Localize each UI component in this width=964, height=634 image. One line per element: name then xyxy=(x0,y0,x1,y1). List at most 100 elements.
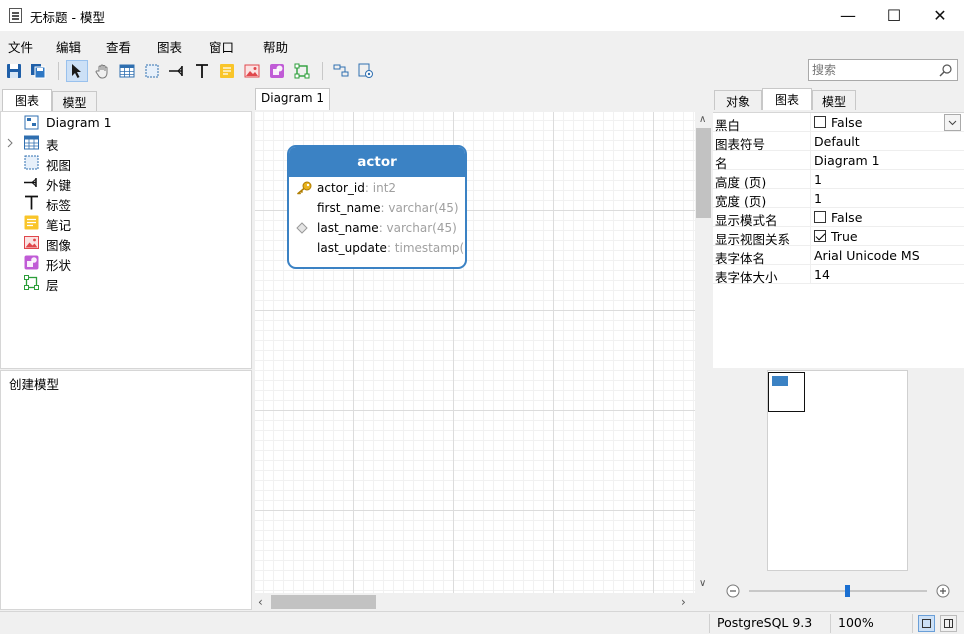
app-icon xyxy=(9,8,22,23)
pointer-icon[interactable] xyxy=(66,60,88,82)
foreign-key-icon xyxy=(24,178,37,187)
property-name: 表字体大小 xyxy=(715,270,778,285)
scroll-right-icon[interactable]: › xyxy=(681,595,686,609)
layout-split-icon[interactable] xyxy=(940,615,957,632)
menu-file[interactable]: 文件 xyxy=(8,37,33,56)
property-value[interactable]: 1 xyxy=(814,191,822,206)
property-row[interactable]: 显示模式名 False xyxy=(713,208,964,228)
viewport-frame[interactable] xyxy=(768,372,805,412)
hand-icon[interactable] xyxy=(92,60,114,82)
save-icon[interactable] xyxy=(3,60,25,82)
tab-diagram-props[interactable]: 图表 xyxy=(762,88,812,110)
field-row[interactable]: first_name: varchar(45) xyxy=(289,198,465,218)
tree-item-notes[interactable]: 笔记 xyxy=(1,213,251,233)
tree-item-label: 笔记 xyxy=(46,218,72,233)
tree-item-foreign-keys[interactable]: 外键 xyxy=(1,173,251,193)
entity-title: actor xyxy=(289,147,465,177)
save-all-icon[interactable] xyxy=(27,60,49,82)
tab-diagram[interactable]: 图表 xyxy=(2,89,52,111)
view-icon[interactable] xyxy=(141,60,163,82)
close-button[interactable]: ✕ xyxy=(917,0,963,31)
checkbox-checked[interactable] xyxy=(814,230,826,242)
entity-actor[interactable]: actor actor_id: int2 first_name: varchar… xyxy=(287,145,467,269)
field-name: last_update xyxy=(317,241,387,255)
property-value[interactable]: Arial Unicode MS xyxy=(814,248,920,263)
property-row[interactable]: 显示视图关系 True xyxy=(713,227,964,247)
maximize-button[interactable]: ☐ xyxy=(871,0,917,31)
property-row[interactable]: 图表符号 Default xyxy=(713,132,964,152)
field-row[interactable]: last_update: timestamp(6) xyxy=(289,238,465,258)
property-value[interactable]: Default xyxy=(814,134,860,149)
checkbox[interactable] xyxy=(814,211,826,223)
vertical-scrollbar[interactable]: ∧ ∨ xyxy=(695,112,712,593)
layer-icon[interactable] xyxy=(291,60,313,82)
scroll-up-icon[interactable]: ∧ xyxy=(699,114,706,125)
field-type: : varchar(45) xyxy=(378,221,457,235)
auto-layout-icon[interactable] xyxy=(330,60,352,82)
field-row[interactable]: last_name: varchar(45) xyxy=(289,218,465,238)
layer-icon xyxy=(24,275,39,290)
property-value[interactable]: 14 xyxy=(814,267,830,282)
tree-item-shapes[interactable]: 形状 xyxy=(1,253,251,273)
tree-item-views[interactable]: 视图 xyxy=(1,153,251,173)
label-icon[interactable] xyxy=(191,60,213,82)
property-value[interactable]: False xyxy=(814,210,862,225)
search-box[interactable] xyxy=(808,59,958,81)
scroll-left-icon[interactable]: ‹ xyxy=(258,595,263,609)
table-icon[interactable] xyxy=(116,60,138,82)
property-row[interactable]: 名 Diagram 1 xyxy=(713,151,964,171)
note-icon[interactable] xyxy=(216,60,238,82)
search-icon[interactable] xyxy=(939,63,953,77)
checkbox[interactable] xyxy=(814,116,826,128)
menu-view[interactable]: 查看 xyxy=(106,37,131,56)
diagram-object-tree: Diagram 1 表 视图 外键 标签 笔记 图像 形状 层 xyxy=(0,111,252,369)
property-value[interactable]: 1 xyxy=(814,172,822,187)
scroll-thumb[interactable] xyxy=(271,595,376,609)
index-diamond-icon xyxy=(296,222,308,234)
zoom-slider-thumb[interactable] xyxy=(845,585,850,597)
property-row[interactable]: 黑白 False xyxy=(713,113,964,133)
field-row[interactable]: actor_id: int2 xyxy=(289,178,465,198)
tab-model-props[interactable]: 模型 xyxy=(812,90,856,110)
foreign-key-icon[interactable] xyxy=(166,60,188,82)
settings-icon[interactable] xyxy=(355,60,377,82)
shape-icon xyxy=(24,255,39,270)
property-row[interactable]: 高度 (页) 1 xyxy=(713,170,964,190)
property-value[interactable]: Diagram 1 xyxy=(814,153,880,168)
property-value[interactable]: True xyxy=(814,229,858,244)
menu-diagram[interactable]: 图表 xyxy=(157,37,182,56)
zoom-in-icon[interactable] xyxy=(936,584,950,598)
tree-item-label: 层 xyxy=(46,278,59,293)
chevron-right-icon[interactable] xyxy=(6,138,14,148)
chevron-down-icon[interactable] xyxy=(944,114,961,131)
left-panel-tabs: 图表 模型 xyxy=(2,89,252,111)
zoom-out-icon[interactable] xyxy=(726,584,740,598)
layout-single-icon[interactable] xyxy=(918,615,935,632)
property-row[interactable]: 宽度 (页) 1 xyxy=(713,189,964,209)
scroll-down-icon[interactable]: ∨ xyxy=(699,578,706,589)
tab-object[interactable]: 对象 xyxy=(714,90,762,110)
tree-item-tables[interactable]: 表 xyxy=(1,133,251,153)
menu-window[interactable]: 窗口 xyxy=(209,37,234,56)
zoom-slider-track[interactable] xyxy=(749,590,927,592)
overview-minimap[interactable] xyxy=(767,370,908,571)
tree-item-layers[interactable]: 层 xyxy=(1,273,251,293)
property-row[interactable]: 表字体大小 14 xyxy=(713,265,964,285)
search-input[interactable] xyxy=(810,61,936,79)
menu-help[interactable]: 帮助 xyxy=(263,37,288,56)
property-row[interactable]: 表字体名 Arial Unicode MS xyxy=(713,246,964,266)
tree-item-images[interactable]: 图像 xyxy=(1,233,251,253)
image-icon[interactable] xyxy=(241,60,263,82)
diagram-tabs: Diagram 1 xyxy=(255,88,455,110)
diagram-canvas[interactable]: actor actor_id: int2 first_name: varchar… xyxy=(255,112,695,593)
horizontal-scrollbar[interactable]: ‹ › xyxy=(255,593,695,611)
menu-edit[interactable]: 编辑 xyxy=(56,37,81,56)
shape-icon[interactable] xyxy=(266,60,288,82)
minimize-button[interactable]: — xyxy=(825,0,871,31)
tree-item-labels[interactable]: 标签 xyxy=(1,193,251,213)
tab-diagram-1[interactable]: Diagram 1 xyxy=(255,88,330,110)
tree-item-diagram[interactable]: Diagram 1 xyxy=(1,113,251,133)
tab-model[interactable]: 模型 xyxy=(52,91,97,111)
scroll-thumb[interactable] xyxy=(696,128,711,218)
property-value[interactable]: False xyxy=(814,115,862,130)
